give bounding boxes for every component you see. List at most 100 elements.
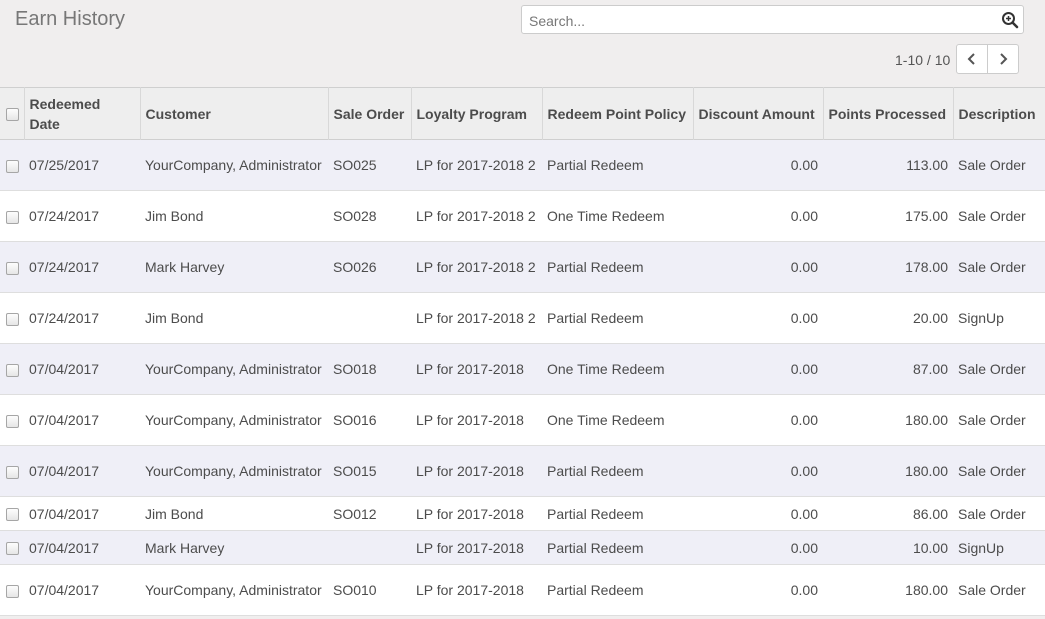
- row-checkbox[interactable]: [6, 414, 19, 428]
- table-row[interactable]: 07/04/2017 YourCompany, Administrator SO01…: [0, 394, 1045, 446]
- description-cell: SignUp: [958, 539, 1004, 556]
- points-processed-cell: 10.00: [912, 539, 948, 556]
- row-checkbox[interactable]: [6, 210, 19, 224]
- row-select-cell[interactable]: [0, 140, 24, 191]
- redeemed-date-cell: 07/04/2017: [29, 505, 100, 522]
- chevron-right-icon: [1000, 53, 1008, 65]
- redeem-policy-cell: Partial Redeem: [547, 310, 644, 326]
- column-header-sale-order[interactable]: Sale Order: [327, 87, 411, 140]
- table-row[interactable]: 07/24/2017 Jim Bond LP for 2017-2018 2 Part…: [0, 292, 1045, 344]
- table-row[interactable]: 07/04/2017 Mark Harvey LP for 2017-2018 Par…: [0, 530, 1045, 565]
- column-header-customer[interactable]: Customer: [139, 87, 328, 140]
- discount-amount-cell: 0.00: [790, 259, 818, 275]
- row-select-cell[interactable]: [0, 395, 24, 446]
- loyalty-program-cell: LP for 2017-2018 2: [416, 157, 536, 173]
- select-all-cell[interactable]: [0, 88, 24, 140]
- column-header-redeem-point-policy[interactable]: Redeem Point Policy: [541, 87, 693, 140]
- row-checkbox[interactable]: [6, 159, 19, 173]
- redeemed-date-cell: 07/24/2017: [29, 310, 100, 326]
- sale-order-cell: [328, 531, 411, 565]
- sale-order-cell: SO025: [333, 157, 377, 173]
- redeem-policy-cell: Partial Redeem: [547, 582, 644, 598]
- row-checkbox[interactable]: [6, 584, 19, 598]
- row-select-cell[interactable]: [0, 565, 24, 616]
- points-processed-cell: 113.00: [906, 157, 948, 173]
- discount-amount-cell: 0.00: [790, 208, 818, 224]
- table-row[interactable]: 07/04/2017 YourCompany, Administrator SO01…: [0, 445, 1045, 497]
- customer-cell: Jim Bond: [145, 505, 204, 522]
- description-cell: SignUp: [958, 310, 1004, 326]
- discount-amount-cell: 0.00: [790, 582, 818, 598]
- table-row[interactable]: 07/04/2017 YourCompany, Administrator SO01…: [0, 564, 1045, 616]
- column-header-loyalty-program[interactable]: Loyalty Program: [410, 87, 542, 140]
- redeem-policy-cell: One Time Redeem: [547, 361, 665, 377]
- redeemed-date-cell: 07/25/2017: [29, 157, 100, 173]
- table-row[interactable]: 07/24/2017 Jim Bond SO028 LP for 2017-2018 …: [0, 190, 1045, 242]
- customer-cell: YourCompany, Administrator: [145, 412, 322, 428]
- redeemed-date-cell: 07/04/2017: [29, 463, 100, 479]
- column-header-description[interactable]: Description: [952, 87, 1045, 140]
- row-checkbox[interactable]: [6, 508, 19, 522]
- table-row[interactable]: 07/04/2017 YourCompany, Administrator SO01…: [0, 343, 1045, 395]
- sale-order-cell: SO015: [333, 463, 377, 479]
- customer-cell: YourCompany, Administrator: [145, 157, 322, 173]
- table-row[interactable]: 07/25/2017 YourCompany, Administrator SO02…: [0, 139, 1045, 191]
- points-processed-cell: 180.00: [905, 582, 948, 598]
- loyalty-program-cell: LP for 2017-2018 2: [416, 259, 536, 275]
- row-select-cell[interactable]: [0, 242, 24, 293]
- discount-amount-cell: 0.00: [790, 310, 818, 326]
- points-processed-cell: 180.00: [905, 412, 948, 428]
- row-select-cell[interactable]: [0, 344, 24, 395]
- row-checkbox[interactable]: [6, 542, 19, 556]
- row-select-cell[interactable]: [0, 191, 24, 242]
- pager-previous-button[interactable]: [956, 44, 988, 74]
- discount-amount-cell: 0.00: [790, 505, 818, 522]
- sale-order-cell: SO018: [333, 361, 377, 377]
- column-header-discount-amount[interactable]: Discount Amount: [692, 87, 823, 140]
- select-all-checkbox[interactable]: [6, 108, 19, 122]
- column-header-redeemed-date[interactable]: Redeemed Date: [23, 87, 140, 140]
- row-checkbox[interactable]: [6, 312, 19, 326]
- redeem-policy-cell: Partial Redeem: [547, 539, 644, 556]
- search-icon[interactable]: [1001, 11, 1019, 29]
- loyalty-program-cell: LP for 2017-2018: [416, 539, 524, 556]
- column-header-points-processed[interactable]: Points Processed: [822, 87, 953, 140]
- customer-cell: YourCompany, Administrator: [145, 582, 322, 598]
- table-row[interactable]: 07/04/2017 Jim Bond SO012 LP for 2017-2018 P…: [0, 496, 1045, 531]
- row-checkbox[interactable]: [6, 363, 19, 377]
- loyalty-program-cell: LP for 2017-2018: [416, 361, 524, 377]
- sale-order-cell: [328, 293, 411, 344]
- redeem-policy-cell: One Time Redeem: [547, 412, 665, 428]
- search-input[interactable]: [527, 6, 1001, 35]
- redeem-policy-cell: One Time Redeem: [547, 208, 665, 224]
- sale-order-cell: SO012: [333, 505, 377, 522]
- description-cell: Sale Order: [958, 412, 1026, 428]
- redeem-policy-cell: Partial Redeem: [547, 463, 644, 479]
- row-select-cell[interactable]: [0, 531, 24, 565]
- sale-order-cell: SO028: [333, 208, 377, 224]
- row-checkbox[interactable]: [6, 261, 19, 275]
- table-row[interactable]: 07/24/2017 Mark Harvey SO026 LP for 2017-20…: [0, 241, 1045, 293]
- search-box[interactable]: [521, 5, 1024, 35]
- description-cell: Sale Order: [958, 582, 1026, 598]
- pager-next-button[interactable]: [987, 44, 1019, 74]
- redeemed-date-cell: 07/04/2017: [29, 582, 100, 598]
- sale-order-cell: SO010: [333, 582, 377, 598]
- sale-order-cell: SO026: [333, 259, 377, 275]
- row-checkbox[interactable]: [6, 465, 19, 479]
- loyalty-program-cell: LP for 2017-2018: [416, 463, 524, 479]
- points-processed-cell: 87.00: [912, 361, 948, 377]
- redeemed-date-cell: 07/04/2017: [29, 361, 100, 377]
- discount-amount-cell: 0.00: [790, 463, 818, 479]
- row-select-cell[interactable]: [0, 293, 24, 344]
- customer-cell: Mark Harvey: [145, 539, 225, 556]
- pager-value[interactable]: 1-10 / 10: [895, 52, 950, 68]
- description-cell: Sale Order: [958, 157, 1026, 173]
- description-cell: Sale Order: [958, 361, 1026, 377]
- row-select-cell[interactable]: [0, 497, 24, 531]
- redeemed-date-cell: 07/04/2017: [29, 539, 100, 556]
- description-cell: Sale Order: [958, 505, 1026, 522]
- description-cell: Sale Order: [958, 463, 1026, 479]
- earn-history-table: Redeemed Date Customer Sale Order Loyalt…: [0, 87, 1045, 616]
- row-select-cell[interactable]: [0, 446, 24, 497]
